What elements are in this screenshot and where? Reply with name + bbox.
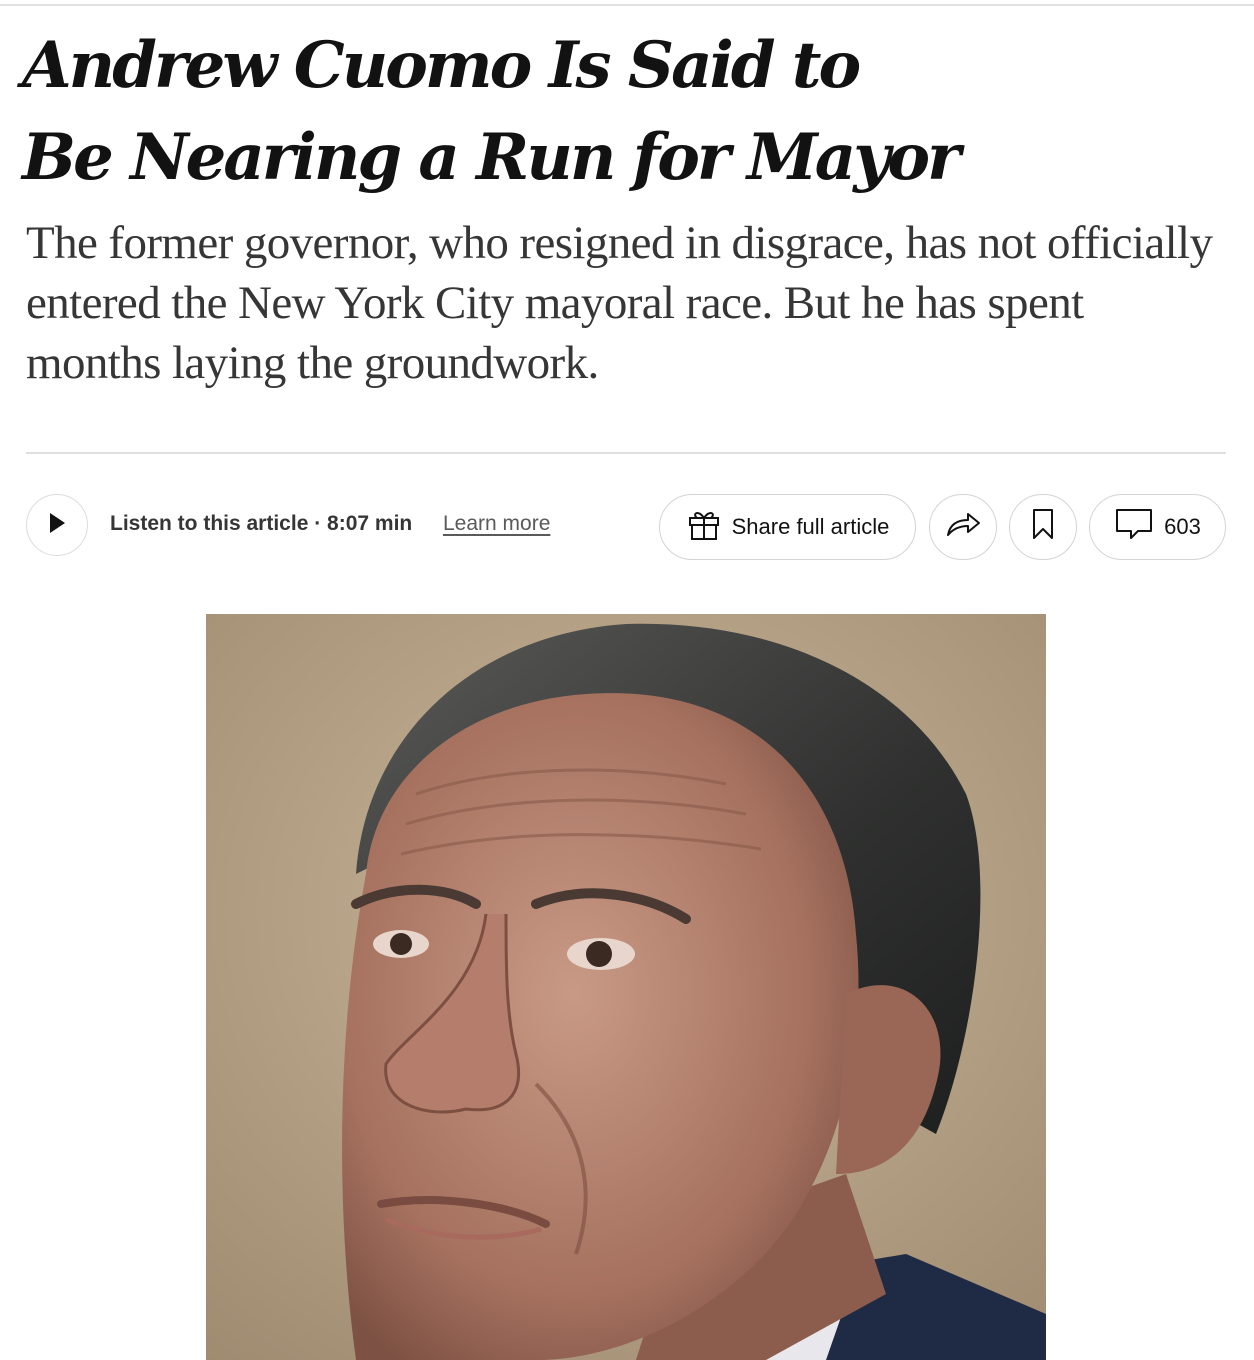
play-icon (47, 512, 67, 539)
comment-count: 603 (1164, 514, 1201, 539)
article-photo (206, 614, 1046, 1360)
article-toolbar: Listen to this article · 8:07 min Learn … (26, 494, 1226, 560)
forward-arrow-icon (944, 509, 982, 545)
gift-icon (686, 506, 722, 548)
comment-bubble-icon (1114, 507, 1154, 547)
share-label: Share full article (731, 514, 890, 539)
article-headline: Andrew Cuomo Is Said to Be Nearing a Run… (22, 20, 1222, 204)
headline-line-2: Be Nearing a Run for Mayor (22, 120, 961, 195)
header-divider (26, 452, 1226, 454)
listen-play-button[interactable] (26, 494, 88, 556)
share-button[interactable] (929, 494, 997, 560)
comments-button[interactable]: 603 (1089, 494, 1226, 560)
save-bookmark-button[interactable] (1009, 494, 1077, 560)
bookmark-icon (1031, 508, 1055, 546)
article-summary: The former governor, who resigned in dis… (26, 217, 1213, 389)
headline-line-1: Andrew Cuomo Is Said to (22, 28, 861, 103)
listen-label: Listen to this article · 8:07 min (110, 512, 413, 535)
learn-more-link[interactable]: Learn more (443, 512, 550, 536)
share-full-article-button[interactable]: Share full article (659, 494, 916, 560)
top-rule (0, 4, 1254, 6)
